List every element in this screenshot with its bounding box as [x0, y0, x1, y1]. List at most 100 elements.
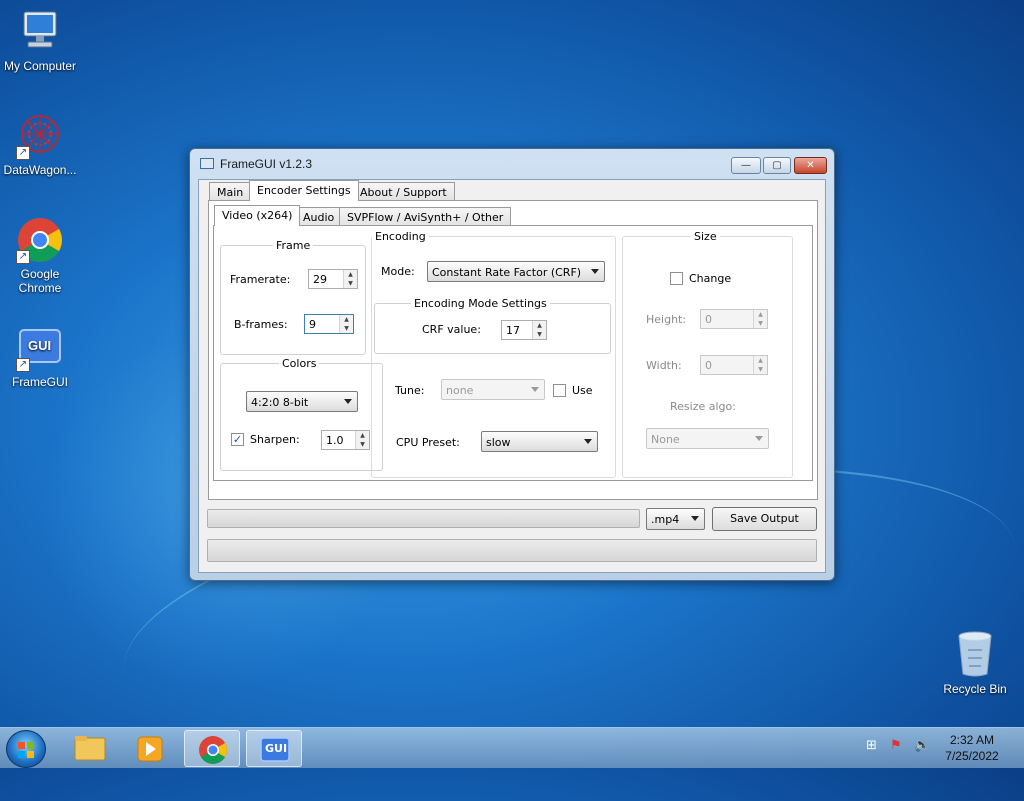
sharpen-checkbox[interactable]: ✓ — [231, 433, 244, 446]
desktop-icon-label: Google Chrome — [18, 267, 62, 295]
desktop-icon-label: My Computer — [3, 59, 77, 73]
spin-down-icon[interactable]: ▼ — [356, 440, 369, 449]
resize-algo-label: Resize algo: — [670, 400, 736, 413]
mode-label: Mode: — [381, 265, 415, 278]
height-value: 0 — [705, 313, 712, 326]
title-bar[interactable]: FrameGUI v1.2.3 — ▢ ✕ — [190, 149, 834, 179]
spin-up-icon[interactable]: ▲ — [533, 321, 546, 330]
chevron-down-icon — [755, 436, 763, 441]
taskbar-clock[interactable]: 2:32 AM 7/25/2022 — [930, 732, 1014, 764]
chevron-down-icon — [344, 399, 352, 404]
size-group-legend: Size — [691, 230, 720, 243]
color-format-value: 4:2:0 8-bit — [251, 396, 309, 409]
bframes-stepper[interactable]: 9 ▲ ▼ — [304, 314, 354, 334]
window-title: FrameGUI v1.2.3 — [220, 157, 313, 171]
taskbar-media-player-button[interactable] — [122, 730, 178, 767]
size-change-checkbox[interactable] — [670, 272, 683, 285]
height-stepper[interactable]: 0 ▲ ▼ — [700, 309, 768, 329]
taskbar-explorer-button[interactable] — [62, 730, 118, 767]
chrome-icon — [199, 736, 227, 764]
encoding-mode-settings-legend: Encoding Mode Settings — [411, 297, 550, 310]
container-format-value: .mp4 — [651, 513, 680, 526]
tab-svpflow-avisynth[interactable]: SVPFlow / AviSynth+ / Other — [339, 207, 512, 226]
framerate-stepper[interactable]: 29 ▲ ▼ — [308, 269, 358, 289]
action-center-flag-icon[interactable]: ⚑ — [890, 738, 902, 753]
tune-use-checkbox[interactable] — [553, 384, 566, 397]
chevron-down-icon — [591, 269, 599, 274]
encoding-group: Encoding Mode: Constant Rate Factor (CRF… — [371, 230, 616, 478]
shortcut-arrow-icon: ↗ — [16, 358, 30, 372]
crf-stepper[interactable]: 17 ▲ ▼ — [501, 320, 547, 340]
encoding-mode-select[interactable]: Constant Rate Factor (CRF) — [427, 261, 605, 282]
tune-label: Tune: — [395, 384, 425, 397]
width-label: Width: — [646, 359, 682, 372]
shortcut-arrow-icon: ↗ — [16, 146, 30, 160]
desktop-icon-framegui[interactable]: GUI ↗ FrameGUI — [0, 324, 80, 389]
minimize-button[interactable]: — — [731, 157, 761, 174]
cpu-preset-label: CPU Preset: — [396, 436, 460, 449]
framerate-value: 29 — [313, 273, 327, 286]
crf-label: CRF value: — [422, 323, 481, 336]
tab-video-x264[interactable]: Video (x264) — [214, 205, 301, 226]
chevron-down-icon — [531, 387, 539, 392]
resize-algo-select[interactable]: None — [646, 428, 769, 449]
container-format-select[interactable]: .mp4 — [646, 508, 705, 530]
spin-down-icon[interactable]: ▼ — [754, 319, 767, 328]
desktop-icon-label: DataWagon... — [3, 163, 77, 177]
tab-about-support[interactable]: About / Support — [352, 182, 455, 200]
media-player-icon — [137, 736, 163, 762]
color-format-select[interactable]: 4:2:0 8-bit — [246, 391, 358, 412]
spin-down-icon[interactable]: ▼ — [340, 324, 353, 333]
size-group: Size Change Height: 0 ▲ ▼ Width: 0 ▲ ▼ Res… — [622, 230, 793, 478]
save-output-button[interactable]: Save Output — [712, 507, 817, 531]
desktop-icon-recycle-bin[interactable]: Recycle Bin — [942, 630, 1008, 696]
app-window-icon — [200, 158, 214, 169]
close-button[interactable]: ✕ — [794, 157, 827, 174]
tab-encoder-settings[interactable]: Encoder Settings — [249, 180, 359, 201]
cpu-preset-select[interactable]: slow — [481, 431, 598, 452]
volume-icon[interactable]: 🔈 — [914, 738, 930, 753]
tab-main[interactable]: Main — [209, 182, 252, 200]
spin-down-icon[interactable]: ▼ — [754, 365, 767, 374]
spin-up-icon[interactable]: ▲ — [754, 356, 767, 365]
progress-bar — [207, 539, 817, 562]
resize-algo-value: None — [651, 433, 680, 446]
size-change-label: Change — [689, 272, 732, 285]
desktop-icon-chrome[interactable]: ↗ Google Chrome — [0, 216, 80, 295]
sharpen-value: 1.0 — [326, 434, 344, 447]
height-label: Height: — [646, 313, 687, 326]
output-path-field[interactable] — [207, 509, 640, 528]
framerate-label: Framerate: — [230, 273, 291, 286]
desktop-icon-my-computer[interactable]: My Computer — [0, 8, 80, 73]
computer-icon — [16, 8, 64, 56]
shortcut-arrow-icon: ↗ — [16, 250, 30, 264]
colors-group: Colors 4:2:0 8-bit ✓ Sharpen: 1.0 ▲ ▼ — [220, 357, 383, 471]
sharpen-stepper[interactable]: 1.0 ▲ ▼ — [321, 430, 370, 450]
spin-up-icon[interactable]: ▲ — [344, 270, 357, 279]
datawagon-icon: ↗ — [16, 112, 64, 160]
taskbar-framegui-button[interactable]: GUI — [246, 730, 302, 767]
colors-group-legend: Colors — [279, 357, 320, 370]
spin-down-icon[interactable]: ▼ — [533, 330, 546, 339]
clock-date: 7/25/2022 — [945, 749, 999, 763]
spin-down-icon[interactable]: ▼ — [344, 279, 357, 288]
recycle-bin-icon — [955, 630, 995, 678]
spin-up-icon[interactable]: ▲ — [356, 431, 369, 440]
cpu-preset-value: slow — [486, 436, 511, 449]
tune-select[interactable]: none — [441, 379, 545, 400]
start-button[interactable] — [6, 730, 46, 768]
folder-icon — [74, 736, 106, 761]
spin-up-icon[interactable]: ▲ — [754, 310, 767, 319]
width-stepper[interactable]: 0 ▲ ▼ — [700, 355, 768, 375]
network-icon[interactable]: ⊞ — [866, 738, 877, 753]
desktop-icon-datawagon[interactable]: ↗ DataWagon... — [0, 112, 80, 177]
taskbar-chrome-button[interactable] — [184, 730, 240, 767]
desktop-icon-label: FrameGUI — [11, 375, 68, 389]
bframes-value: 9 — [309, 318, 316, 331]
gui-badge: GUI — [265, 742, 288, 755]
chevron-down-icon — [691, 516, 699, 521]
tab-audio[interactable]: Audio — [295, 207, 343, 226]
maximize-button[interactable]: ▢ — [763, 157, 791, 174]
clock-time: 2:32 AM — [949, 733, 995, 747]
spin-up-icon[interactable]: ▲ — [340, 315, 353, 324]
